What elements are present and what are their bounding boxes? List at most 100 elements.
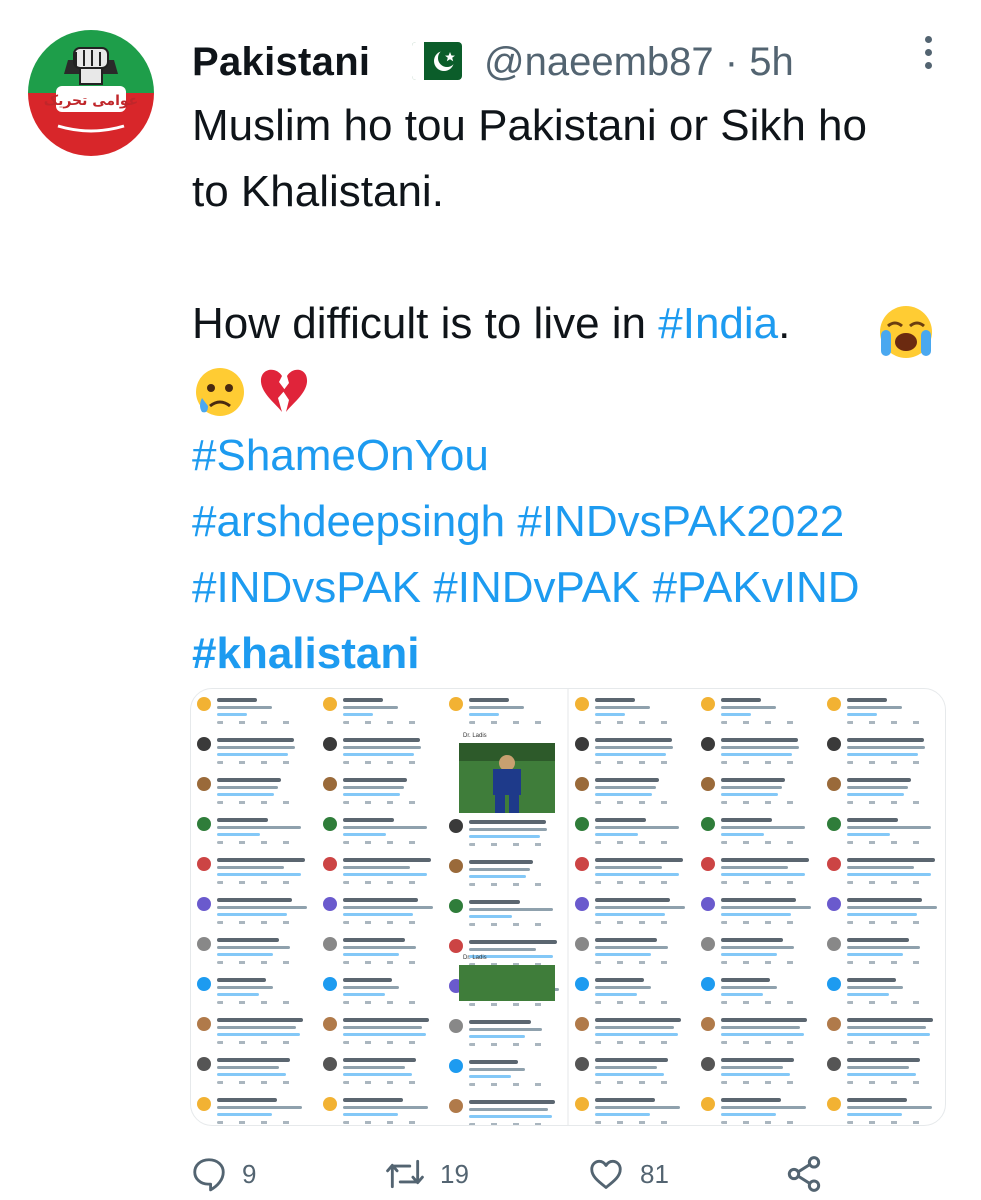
collage-text bbox=[847, 713, 877, 716]
collage-row bbox=[701, 895, 815, 929]
collage-text bbox=[847, 1073, 916, 1076]
reply-button[interactable]: 9 bbox=[190, 1152, 256, 1196]
collage-text bbox=[343, 913, 413, 916]
collage-row bbox=[575, 975, 689, 1009]
collage-actions bbox=[721, 801, 801, 804]
timestamp[interactable]: 5h bbox=[749, 40, 794, 84]
collage-text bbox=[343, 818, 394, 822]
collage-text bbox=[721, 1073, 790, 1076]
collage-text bbox=[469, 1108, 548, 1111]
collage-text bbox=[847, 793, 904, 796]
more-options-icon[interactable] bbox=[922, 36, 936, 75]
collage-avatar bbox=[449, 697, 463, 711]
hashtag-india[interactable]: #India bbox=[658, 299, 778, 348]
collage-text bbox=[343, 1026, 422, 1029]
collage-text bbox=[469, 1020, 531, 1024]
display-name[interactable]: Pakistani bbox=[192, 40, 370, 85]
pakistan-flag-icon bbox=[412, 42, 462, 80]
handle[interactable]: @naeemb87 bbox=[484, 40, 714, 84]
sad-but-relieved-face-icon bbox=[196, 368, 244, 416]
collage-avatar bbox=[827, 977, 841, 991]
collage-actions bbox=[847, 801, 927, 804]
collage-text bbox=[721, 866, 788, 869]
collage-text bbox=[217, 898, 292, 902]
collage-text bbox=[721, 706, 776, 709]
collage-row bbox=[827, 695, 939, 729]
collage-actions bbox=[469, 1043, 549, 1046]
collage-text bbox=[217, 793, 274, 796]
collage-text bbox=[595, 1113, 650, 1116]
collage-avatar bbox=[197, 777, 211, 791]
collage-text bbox=[595, 698, 635, 702]
collage-text bbox=[721, 946, 794, 949]
collage-avatar bbox=[827, 817, 841, 831]
collage-text bbox=[217, 713, 247, 716]
media-caption: Dr. Ladis bbox=[463, 955, 487, 961]
retweet-button[interactable]: 19 bbox=[384, 1152, 469, 1196]
collage-text bbox=[469, 1100, 555, 1104]
tweet-text-line: How difficult is to live in #India. bbox=[192, 296, 790, 352]
collage-row bbox=[575, 1055, 689, 1089]
collage-text bbox=[847, 866, 914, 869]
share-button[interactable] bbox=[784, 1152, 824, 1196]
collage-avatar bbox=[827, 777, 841, 791]
collage-actions bbox=[847, 1121, 927, 1124]
collage-text bbox=[469, 1035, 525, 1038]
collage-actions bbox=[595, 921, 675, 924]
collage-text bbox=[721, 778, 785, 782]
collage-actions bbox=[721, 921, 801, 924]
collage-row bbox=[575, 1095, 689, 1125]
collage-row bbox=[197, 735, 311, 769]
collage-actions bbox=[469, 1003, 549, 1006]
collage-row bbox=[323, 855, 437, 889]
avatar[interactable]: عوامی تحریک bbox=[28, 30, 154, 156]
collage-actions bbox=[721, 721, 801, 724]
collage-avatar bbox=[197, 817, 211, 831]
collage-avatar bbox=[701, 897, 715, 911]
hashtag-line[interactable]: #khalistani bbox=[192, 626, 419, 682]
collage-text bbox=[469, 1068, 525, 1071]
collage-text bbox=[721, 993, 763, 996]
collage-text bbox=[217, 1073, 286, 1076]
collage-avatar bbox=[197, 977, 211, 991]
collage-text bbox=[595, 706, 650, 709]
collage-avatar bbox=[575, 1057, 589, 1071]
collage-text bbox=[595, 953, 651, 956]
collage-row bbox=[827, 815, 939, 849]
hashtag-line[interactable]: #arshdeepsingh #INDvsPAK2022 bbox=[192, 494, 844, 550]
collage-text bbox=[847, 913, 917, 916]
collage-text bbox=[721, 898, 796, 902]
collage-text bbox=[469, 915, 512, 918]
collage-avatar bbox=[575, 777, 589, 791]
collage-row bbox=[701, 855, 815, 889]
collage-avatar bbox=[575, 1097, 589, 1111]
collage-text bbox=[721, 873, 805, 876]
collage-text bbox=[469, 1075, 511, 1078]
hashtag-line[interactable]: #INDvsPAK #INDvPAK #PAKvIND bbox=[192, 560, 860, 616]
collage-text bbox=[343, 866, 410, 869]
collage-row bbox=[827, 1055, 939, 1089]
collage-text bbox=[721, 1033, 804, 1036]
collage-text bbox=[343, 786, 404, 789]
media-image[interactable]: Dr. Ladis Dr. Ladis bbox=[190, 688, 946, 1126]
collage-text bbox=[217, 1018, 303, 1022]
collage-avatar bbox=[701, 937, 715, 951]
collage-text bbox=[847, 953, 903, 956]
collage-text bbox=[847, 738, 924, 742]
hashtag-line[interactable]: #ShameOnYou bbox=[192, 428, 489, 484]
collage-row bbox=[827, 975, 939, 1009]
collage-actions bbox=[217, 801, 297, 804]
collage-actions bbox=[595, 841, 675, 844]
collage-avatar bbox=[449, 859, 463, 873]
collage-text bbox=[847, 978, 896, 982]
collage-actions bbox=[595, 881, 675, 884]
collage-actions bbox=[217, 881, 297, 884]
collage-row bbox=[701, 935, 815, 969]
collage-text bbox=[217, 706, 272, 709]
collage-actions bbox=[469, 721, 549, 724]
collage-row bbox=[575, 855, 689, 889]
collage-text bbox=[343, 1098, 403, 1102]
like-button[interactable]: 81 bbox=[586, 1152, 669, 1196]
collage-text bbox=[847, 1018, 933, 1022]
collage-avatar bbox=[701, 697, 715, 711]
